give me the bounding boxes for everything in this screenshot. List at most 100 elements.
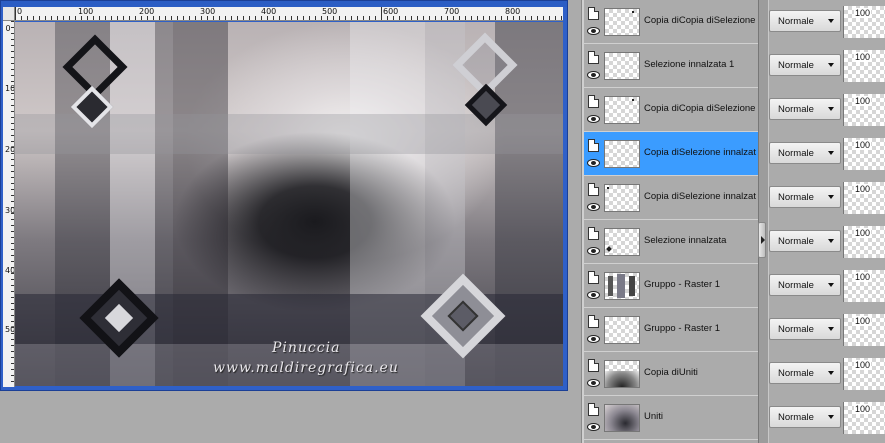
- blend-mode-select[interactable]: Normale: [769, 98, 841, 120]
- layer-name[interactable]: Gruppo - Raster 1: [644, 323, 756, 335]
- layer-thumbnail[interactable]: [604, 272, 640, 300]
- layer-name[interactable]: Copia diSelezione innalzata: [644, 147, 756, 159]
- visibility-eye-icon[interactable]: [587, 379, 600, 387]
- layer-type-icon[interactable]: [588, 227, 599, 240]
- layer-main[interactable]: Copia diUniti: [584, 352, 758, 396]
- layer-main[interactable]: Copia diSelezione innalzata: [584, 176, 758, 220]
- opacity-field[interactable]: 100: [843, 50, 885, 82]
- opacity-field[interactable]: 100: [843, 226, 885, 258]
- layer-thumbnail[interactable]: [604, 8, 640, 36]
- layer-main[interactable]: Uniti: [584, 396, 758, 440]
- vertical-ruler[interactable]: 0 100 200 300 400 500: [3, 21, 15, 387]
- opacity-field[interactable]: 100: [843, 94, 885, 126]
- layer-row[interactable]: Selezione innalzata 1 Normale 100: [584, 44, 885, 88]
- ruler-tick: [11, 81, 14, 82]
- ruler-tick: [243, 16, 244, 20]
- ruler-label: 200: [139, 7, 155, 16]
- opacity-field[interactable]: 100: [843, 182, 885, 214]
- layer-name[interactable]: Copia diUniti: [644, 367, 756, 379]
- visibility-eye-icon[interactable]: [587, 291, 600, 299]
- layer-row[interactable]: Copia diUniti Normale 100: [584, 352, 885, 396]
- layer-type-icon[interactable]: [588, 403, 599, 416]
- ruler-tick: [21, 16, 22, 20]
- canvas-image[interactable]: Pinuccia www.maldiregrafica.eu: [15, 22, 563, 386]
- layer-row[interactable]: Gruppo - Raster 1 Normale 100: [584, 264, 885, 308]
- layer-name[interactable]: Selezione innalzata 1: [644, 59, 756, 71]
- opacity-field[interactable]: 100: [843, 138, 885, 170]
- ruler-tick: [321, 16, 322, 20]
- ruler-tick: [11, 237, 14, 238]
- layer-type-icon[interactable]: [588, 7, 599, 20]
- ruler-tick: [507, 16, 508, 20]
- layer-row[interactable]: Uniti Normale 100: [584, 396, 885, 440]
- ruler-tick: [369, 16, 370, 20]
- blend-mode-select[interactable]: Normale: [769, 230, 841, 252]
- layer-row[interactable]: Selezione innalzata Normale 100: [584, 220, 885, 264]
- blend-mode-select[interactable]: Normale: [769, 54, 841, 76]
- thumb-mark: [607, 187, 609, 189]
- blend-mode-select[interactable]: Normale: [769, 362, 841, 384]
- layer-row[interactable]: Gruppo - Raster 1 Normale 100: [584, 308, 885, 352]
- horizontal-ruler[interactable]: 0 100 200 300 400 500 600 700 800: [15, 7, 563, 21]
- opacity-field[interactable]: 100: [843, 270, 885, 302]
- layer-name[interactable]: Uniti: [644, 411, 756, 423]
- layer-row[interactable]: Copia diCopia diSelezione ir Normale 100: [584, 88, 885, 132]
- visibility-eye-icon[interactable]: [587, 159, 600, 167]
- blend-mode-select[interactable]: Normale: [769, 406, 841, 428]
- visibility-eye-icon[interactable]: [587, 423, 600, 431]
- layer-thumbnail[interactable]: [604, 52, 640, 80]
- layer-icons: [584, 44, 602, 88]
- ruler-tick: [11, 303, 14, 304]
- layer-name[interactable]: Copia diCopia diSelezione ir: [644, 103, 756, 115]
- layer-row[interactable]: Copia diSelezione innalzata Normale 100: [584, 132, 885, 176]
- layer-type-icon[interactable]: [588, 315, 599, 328]
- layer-type-icon[interactable]: [588, 139, 599, 152]
- blend-mode-select[interactable]: Normale: [769, 318, 841, 340]
- layer-type-icon[interactable]: [588, 95, 599, 108]
- ruler-tick: [11, 39, 14, 40]
- layer-type-icon[interactable]: [588, 359, 599, 372]
- layer-name[interactable]: Gruppo - Raster 1: [644, 279, 756, 291]
- visibility-eye-icon[interactable]: [587, 115, 600, 123]
- blend-mode-select[interactable]: Normale: [769, 142, 841, 164]
- opacity-field[interactable]: 100: [843, 6, 885, 38]
- layer-thumbnail[interactable]: [604, 228, 640, 256]
- layer-main[interactable]: Selezione innalzata: [584, 220, 758, 264]
- layer-thumbnail[interactable]: [604, 184, 640, 212]
- ruler-tick: [465, 16, 466, 20]
- layer-thumbnail[interactable]: [604, 316, 640, 344]
- layer-thumbnail[interactable]: [604, 360, 640, 388]
- layer-thumbnail[interactable]: [604, 96, 640, 124]
- layer-main[interactable]: Gruppo - Raster 1: [584, 264, 758, 308]
- blend-mode-select[interactable]: Normale: [769, 274, 841, 296]
- palette-collapse-handle[interactable]: [758, 222, 766, 258]
- layer-main[interactable]: Copia diSelezione innalzata: [584, 132, 758, 176]
- blend-mode-select[interactable]: Normale: [769, 10, 841, 32]
- layer-name[interactable]: Copia diCopia diSelezione ir: [644, 15, 756, 27]
- ruler-tick: [51, 16, 52, 20]
- blend-mode-select[interactable]: Normale: [769, 186, 841, 208]
- opacity-field[interactable]: 100: [843, 402, 885, 434]
- ruler-tick: [231, 16, 232, 20]
- layer-thumbnail[interactable]: [604, 140, 640, 168]
- layer-main[interactable]: Copia diCopia diSelezione ir: [584, 88, 758, 132]
- layer-type-icon[interactable]: [588, 51, 599, 64]
- layer-name[interactable]: Selezione innalzata: [644, 235, 756, 247]
- layer-row[interactable]: Copia diCopia diSelezione ir Normale 100: [584, 0, 885, 44]
- layer-thumbnail[interactable]: [604, 404, 640, 432]
- layer-type-icon[interactable]: [588, 183, 599, 196]
- visibility-eye-icon[interactable]: [587, 335, 600, 343]
- layer-type-icon[interactable]: [588, 271, 599, 284]
- layer-main[interactable]: Copia diCopia diSelezione ir: [584, 0, 758, 44]
- layer-main[interactable]: Gruppo - Raster 1: [584, 308, 758, 352]
- layer-main[interactable]: Selezione innalzata 1: [584, 44, 758, 88]
- opacity-field[interactable]: 100: [843, 314, 885, 346]
- visibility-eye-icon[interactable]: [587, 247, 600, 255]
- opacity-field[interactable]: 100: [843, 358, 885, 390]
- visibility-eye-icon[interactable]: [587, 71, 600, 79]
- visibility-eye-icon[interactable]: [587, 27, 600, 35]
- layer-name[interactable]: Copia diSelezione innalzata: [644, 191, 756, 203]
- ruler-tick: [11, 279, 14, 280]
- visibility-eye-icon[interactable]: [587, 203, 600, 211]
- layer-row[interactable]: Copia diSelezione innalzata Normale 100: [584, 176, 885, 220]
